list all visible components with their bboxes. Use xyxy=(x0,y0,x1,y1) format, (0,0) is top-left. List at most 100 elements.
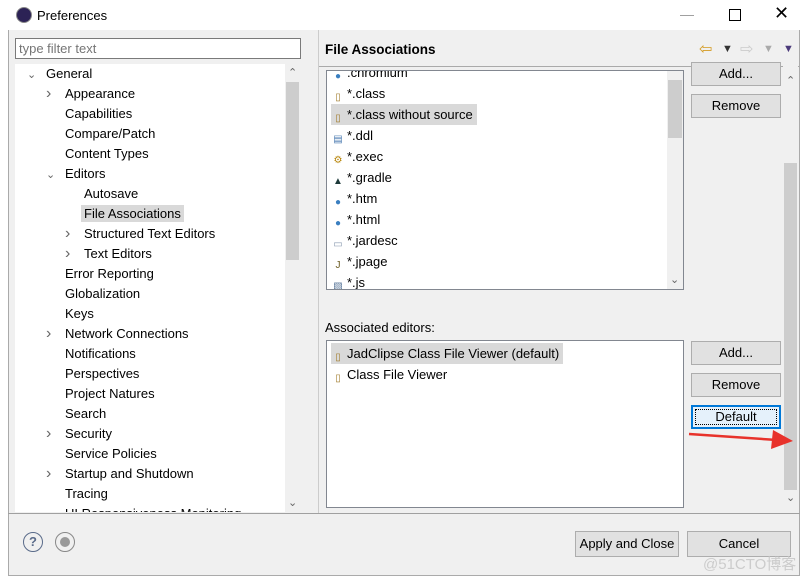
tree-item[interactable]: › Network Connections xyxy=(46,324,189,344)
back-menu-icon[interactable]: ▼ xyxy=(722,43,733,55)
record-macro-icon[interactable] xyxy=(55,532,75,552)
chevron-down-icon[interactable]: ⌄ xyxy=(46,165,65,185)
chevron-right-icon[interactable]: › xyxy=(46,84,65,104)
editor-row[interactable]: ▯ JadClipse Class File Viewer (default) xyxy=(331,343,564,364)
tree-item-label: Project Natures xyxy=(65,386,155,401)
class-file-icon: ▯ xyxy=(335,352,341,363)
tree-item-label: Service Policies xyxy=(65,446,157,461)
tree-item-label: Content Types xyxy=(65,146,149,161)
tree-item-label: Notifications xyxy=(65,346,136,361)
tree-item-label: UI Responsiveness Monitoring xyxy=(65,506,241,512)
java-page-icon: J xyxy=(335,260,341,271)
tree-item-label: Text Editors xyxy=(84,246,152,261)
tree-item-label: Autosave xyxy=(84,186,139,201)
eclipse-icon xyxy=(16,7,32,23)
tree-item-label: Security xyxy=(65,426,112,441)
file-type-row[interactable]: ⚙ *.exec xyxy=(331,146,384,167)
maximize-button[interactable] xyxy=(729,9,741,21)
file-type-row[interactable]: ● .chromium xyxy=(331,70,408,83)
title-bar: Preferences — ✕ xyxy=(8,0,800,30)
chevron-right-icon[interactable]: › xyxy=(65,224,84,244)
file-type-row[interactable]: ▯ *.class xyxy=(331,83,385,104)
remove-editor-button[interactable]: Remove xyxy=(691,373,781,397)
tree-item[interactable]: Content Types xyxy=(46,144,149,164)
js-file-icon: ▧ xyxy=(333,281,343,290)
list-item-label: *.gradle xyxy=(347,170,392,185)
jar-icon: ▭ xyxy=(333,239,343,250)
editor-row[interactable]: ▯ Class File Viewer xyxy=(331,364,447,385)
tree-item[interactable]: › Structured Text Editors xyxy=(65,224,215,244)
tree-item-label: Appearance xyxy=(65,86,136,101)
tree-item[interactable]: › Security xyxy=(46,424,112,444)
apply-and-close-button[interactable]: Apply and Close xyxy=(575,531,679,557)
tree-item[interactable]: Error Reporting xyxy=(46,264,154,284)
forward-icon[interactable]: ⇨ xyxy=(740,39,753,59)
tree-item[interactable]: Compare/Patch xyxy=(46,124,155,144)
filter-input[interactable] xyxy=(15,38,301,59)
tree-item[interactable]: ⌄ Editors xyxy=(46,164,105,184)
close-button[interactable]: ✕ xyxy=(774,3,789,24)
add-file-type-button[interactable]: Add... xyxy=(691,62,781,86)
help-icon[interactable]: ? xyxy=(23,532,43,552)
tree-item-label: Startup and Shutdown xyxy=(65,466,194,481)
file-type-row[interactable]: ● *.html xyxy=(331,209,380,230)
chevron-right-icon[interactable]: › xyxy=(46,324,65,344)
list-item-label: *.jpage xyxy=(347,254,388,269)
tree-item-label: General xyxy=(46,66,93,81)
globe-icon: ● xyxy=(334,218,342,229)
minimize-button[interactable]: — xyxy=(680,6,694,22)
tree-item[interactable]: UI Responsiveness Monitoring xyxy=(46,504,241,512)
tree-item[interactable]: Globalization xyxy=(46,284,140,304)
tree-scrollbar-thumb[interactable] xyxy=(286,82,299,260)
list-item-label: *.htm xyxy=(347,191,378,206)
list-item-label: .chromium xyxy=(347,70,408,80)
tree-item[interactable]: Autosave xyxy=(65,184,138,204)
file-type-row[interactable]: J *.jpage xyxy=(331,251,388,272)
preference-tree[interactable]: ⌄ General › Appearance Capabilities Compare/P… xyxy=(15,64,300,512)
tree-item[interactable]: › Appearance xyxy=(46,84,135,104)
file-type-row[interactable]: ▯ *.class without source xyxy=(331,104,477,125)
tree-item[interactable]: File Associations xyxy=(65,204,184,224)
remove-file-type-button[interactable]: Remove xyxy=(691,94,781,118)
tree-item[interactable]: Tracing xyxy=(46,484,108,504)
tree-item[interactable]: › Text Editors xyxy=(65,244,152,264)
file-type-row[interactable]: ▧ *.js xyxy=(331,272,365,290)
chevron-right-icon[interactable]: › xyxy=(46,464,65,484)
file-type-row[interactable]: ▭ *.jardesc xyxy=(331,230,397,251)
associated-editors-label: Associated editors: xyxy=(325,320,435,335)
tree-item-label: Capabilities xyxy=(65,106,133,121)
back-icon[interactable]: ⇦ xyxy=(699,39,712,59)
tree-item[interactable]: › Startup and Shutdown xyxy=(46,464,194,484)
file-type-row[interactable]: ● *.htm xyxy=(331,188,377,209)
chevron-right-icon[interactable]: › xyxy=(65,244,84,264)
view-menu-icon[interactable]: ▼ xyxy=(783,43,794,55)
file-types-scrollbar[interactable]: ⌄ xyxy=(667,71,683,289)
list-item-label: *.class without source xyxy=(347,107,473,122)
tree-item[interactable]: Project Natures xyxy=(46,384,155,404)
tree-item-label: Keys xyxy=(65,306,94,321)
list-item-label: *.class xyxy=(347,86,386,101)
tree-item[interactable]: Service Policies xyxy=(46,444,157,464)
tree-scrollbar[interactable]: ⌃ ⌄ xyxy=(285,64,300,512)
list-item-label: *.html xyxy=(347,212,381,227)
list-item-label: Class File Viewer xyxy=(347,367,448,382)
list-item-label: *.ddl xyxy=(347,128,374,143)
tree-item[interactable]: ⌄ General xyxy=(27,64,92,84)
tree-item[interactable]: Capabilities xyxy=(46,104,132,124)
tree-item[interactable]: Keys xyxy=(46,304,94,324)
chevron-down-icon[interactable]: ⌄ xyxy=(27,65,46,85)
forward-menu-icon[interactable]: ▼ xyxy=(763,43,774,55)
tree-item[interactable]: Perspectives xyxy=(46,364,139,384)
add-editor-button[interactable]: Add... xyxy=(691,341,781,365)
tree-item-label: Error Reporting xyxy=(65,266,154,281)
chevron-right-icon[interactable]: › xyxy=(46,424,65,444)
file-type-row[interactable]: ▤ *.ddl xyxy=(331,125,373,146)
tree-item[interactable]: Search xyxy=(46,404,106,424)
tree-item-label: Globalization xyxy=(65,286,141,301)
tree-item[interactable]: Notifications xyxy=(46,344,136,364)
list-item-label: JadClipse Class File Viewer (default) xyxy=(347,346,560,361)
file-types-list[interactable]: ● .chromium ▯ *.class ▯ *.class without sourc… xyxy=(326,70,684,290)
ddl-file-icon: ▤ xyxy=(333,134,343,145)
associated-editors-list[interactable]: ▯ JadClipse Class File Viewer (default) ▯ C… xyxy=(326,340,684,508)
file-type-row[interactable]: ▲ *.gradle xyxy=(331,167,392,188)
